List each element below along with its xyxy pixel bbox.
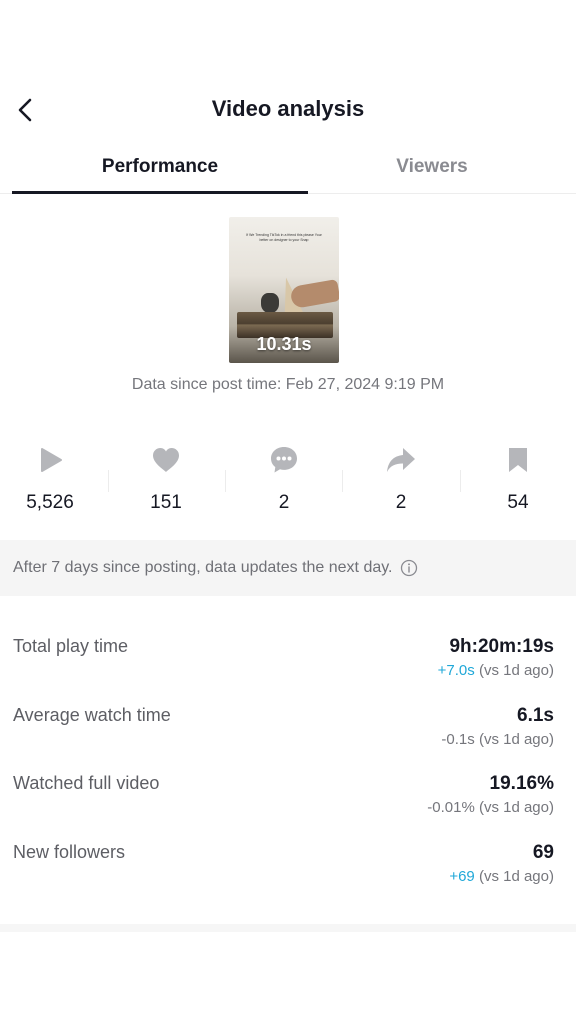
- metric-value: 6.1s: [517, 705, 554, 726]
- stat-saves: 54: [468, 440, 568, 514]
- video-caption: If We Trending TikTok in a friend this p…: [246, 233, 322, 242]
- info-icon[interactable]: [400, 559, 418, 577]
- metric-delta: +69 (vs 1d ago): [449, 868, 554, 885]
- shares-count: 2: [395, 492, 407, 513]
- tab-performance[interactable]: Performance: [12, 146, 308, 194]
- plays-count: 5,526: [26, 492, 74, 513]
- stat-divider: [342, 470, 343, 492]
- stat-plays: 5,526: [0, 440, 100, 514]
- delta-amount: +7.0s: [437, 662, 475, 679]
- metric-delta: -0.01% (vs 1d ago): [427, 799, 554, 816]
- video-duration: 10.31s: [256, 334, 312, 354]
- metric-value: 19.16%: [489, 773, 554, 794]
- thumbnail-cup: [261, 293, 279, 313]
- metric-new-followers: New followers 69 +69 (vs 1d ago): [0, 836, 576, 896]
- metric-total-play-time: Total play time 9h:20m:19s +7.0s (vs 1d …: [0, 630, 576, 690]
- metric-label: Total play time: [13, 636, 129, 656]
- play-icon: [41, 448, 62, 472]
- page-title: Video analysis: [211, 96, 365, 121]
- metric-value: 9h:20m:19s: [449, 636, 554, 657]
- stat-divider: [108, 470, 109, 492]
- video-thumbnail[interactable]: If We Trending TikTok in a friend this p…: [229, 217, 339, 363]
- header: Video analysis: [0, 86, 576, 134]
- stat-comments: 2: [234, 440, 334, 514]
- metric-label: Watched full video: [13, 773, 160, 793]
- likes-count: 151: [150, 492, 182, 513]
- metric-label: New followers: [13, 842, 126, 862]
- active-tab-indicator: [12, 191, 308, 194]
- comment-icon: [271, 447, 297, 473]
- stat-shares: 2: [351, 440, 451, 514]
- tab-bar: Performance Viewers: [0, 146, 576, 194]
- heart-icon: [153, 448, 179, 472]
- delta-amount: -0.01%: [427, 799, 475, 816]
- bookmark-icon: [509, 448, 527, 472]
- delta-suffix: (vs 1d ago): [474, 731, 554, 748]
- data-since-text: Data since post time: Feb 27, 2024 9:19 …: [131, 376, 445, 393]
- tab-viewers[interactable]: Viewers: [284, 146, 576, 194]
- stat-divider: [225, 470, 226, 492]
- delta-suffix: (vs 1d ago): [474, 662, 554, 679]
- delta-suffix: (vs 1d ago): [474, 868, 554, 885]
- engagement-stats: 5,526 151 2 2 54: [0, 440, 576, 520]
- saves-count: 54: [507, 492, 529, 513]
- notice-text: After 7 days since posting, data updates…: [13, 559, 393, 576]
- metric-delta: +7.0s (vs 1d ago): [438, 662, 554, 679]
- delta-amount: +69: [449, 868, 475, 885]
- metric-average-watch-time: Average watch time 6.1s -0.1s (vs 1d ago…: [0, 699, 576, 759]
- delta-suffix: (vs 1d ago): [474, 799, 554, 816]
- stat-likes: 151: [116, 440, 216, 514]
- metric-value: 69: [532, 842, 554, 863]
- update-notice: After 7 days since posting, data updates…: [0, 540, 576, 596]
- share-icon: [387, 448, 415, 472]
- stat-divider: [460, 470, 461, 492]
- comments-count: 2: [278, 492, 290, 513]
- section-divider: [0, 924, 576, 932]
- metric-watched-full-video: Watched full video 19.16% -0.01% (vs 1d …: [0, 767, 576, 827]
- metric-delta: -0.1s (vs 1d ago): [441, 731, 554, 748]
- metric-label: Average watch time: [13, 705, 171, 725]
- delta-amount: -0.1s: [441, 731, 475, 748]
